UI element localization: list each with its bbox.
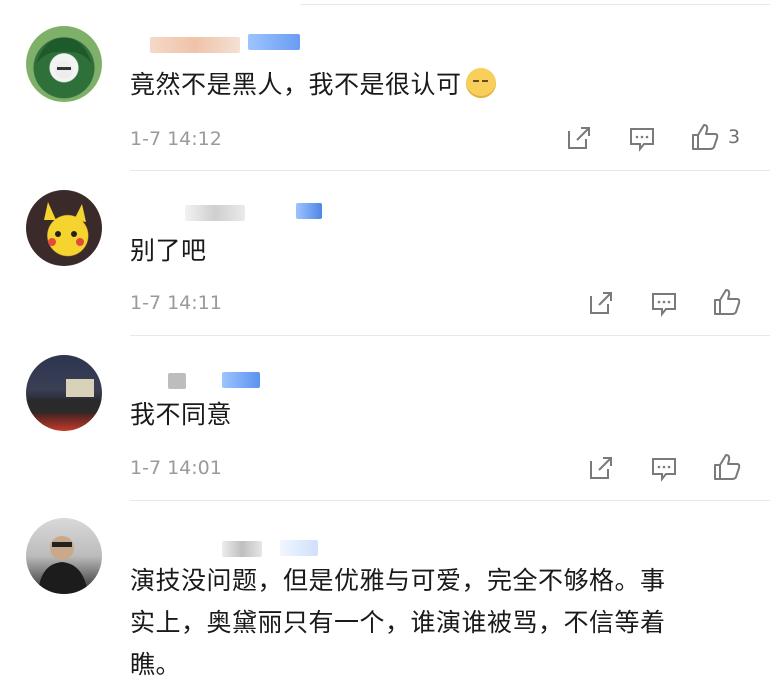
comment-icon <box>652 458 676 482</box>
comment-text-line: 演技没问题，但是优雅与可爱，完全不够格。事 <box>130 566 666 595</box>
comment-text: 我不同意 <box>130 400 233 429</box>
share-button[interactable] <box>588 455 614 481</box>
avatar[interactable] <box>26 355 102 431</box>
fan-badge <box>296 203 322 219</box>
comment-time: 1-7 14:11 <box>130 292 222 314</box>
like-icon <box>714 289 741 315</box>
dizzy-face-emoji <box>465 68 496 98</box>
avatar[interactable] <box>26 518 102 594</box>
fan-badge <box>280 540 318 556</box>
comment-text-line: 实上，奥黛丽只有一个，谁演谁被骂，不信等着 <box>130 608 666 637</box>
comment-button[interactable] <box>650 290 678 318</box>
username-blurred[interactable] <box>185 205 245 221</box>
like-button[interactable]: 3 <box>690 122 740 152</box>
fan-badge <box>248 34 300 50</box>
comment-button[interactable] <box>650 455 678 483</box>
share-icon <box>590 292 612 314</box>
comment-icon <box>652 293 676 317</box>
comment-text: 竟然不是黑人，我不是很认可 <box>130 64 496 106</box>
divider <box>130 170 770 171</box>
share-button[interactable] <box>566 125 592 151</box>
comment-text: 别了吧 <box>130 236 207 265</box>
divider <box>130 500 770 501</box>
like-icon <box>692 124 719 150</box>
avatar[interactable] <box>26 26 102 102</box>
comment-text-line: 瞧。 <box>130 650 182 679</box>
share-button[interactable] <box>588 290 614 316</box>
share-icon <box>568 127 590 149</box>
fan-badge <box>222 372 260 388</box>
avatar[interactable] <box>26 190 102 266</box>
comment-time: 1-7 14:01 <box>130 457 222 479</box>
divider <box>300 4 770 5</box>
comment-icon <box>630 128 654 152</box>
comment-button[interactable] <box>628 125 656 153</box>
comment-text-content: 竟然不是黑人，我不是很认可 <box>130 70 462 99</box>
like-button[interactable] <box>712 452 742 482</box>
like-button[interactable] <box>712 287 742 317</box>
username-blurred[interactable] <box>168 373 186 389</box>
username-blurred[interactable] <box>150 37 240 53</box>
like-count: 3 <box>728 126 741 148</box>
avatar-image <box>44 202 86 246</box>
avatar-image <box>38 536 88 594</box>
share-icon <box>590 457 612 479</box>
comment-time: 1-7 14:12 <box>130 128 222 150</box>
avatar-image <box>26 379 102 413</box>
avatar-image <box>36 37 92 79</box>
username-blurred[interactable] <box>222 541 262 557</box>
like-icon <box>714 454 741 480</box>
divider <box>130 335 770 336</box>
